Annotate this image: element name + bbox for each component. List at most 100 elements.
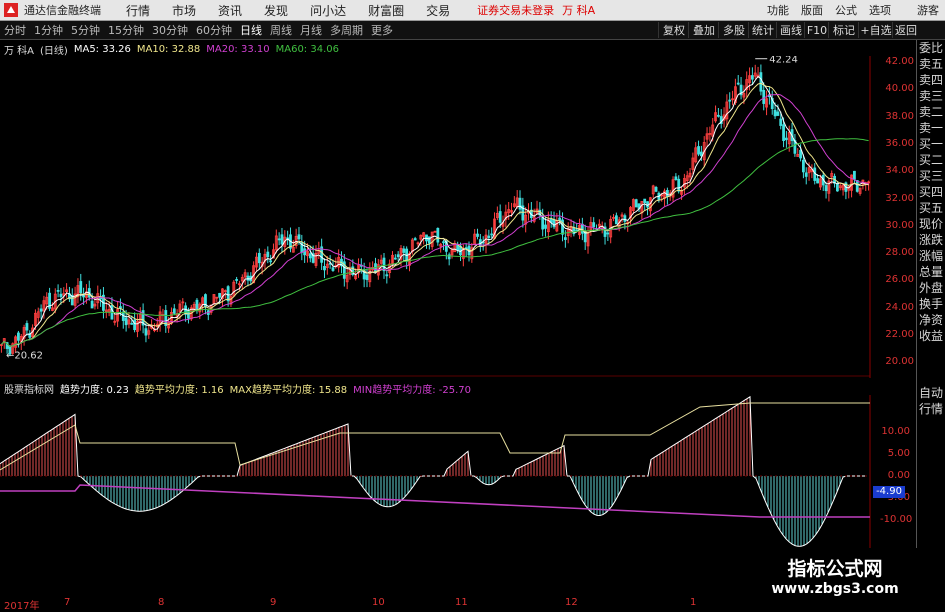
sidebar-auto-item[interactable]: 行情 — [917, 401, 945, 417]
menu-news[interactable]: 资讯 — [218, 2, 242, 19]
candle-body — [280, 234, 284, 245]
app-logo-icon — [2, 1, 20, 19]
candle-body — [476, 233, 479, 237]
sidebar-quote-item[interactable]: 买五 — [917, 200, 945, 216]
indicator-min-avg: MIN趋势平均力度: -25.70 — [353, 384, 471, 396]
sidebar-quote-item[interactable]: 买二 — [917, 152, 945, 168]
multi-stock-button[interactable]: 多股 — [718, 22, 749, 38]
candle-body — [402, 248, 406, 253]
legend-stock: 万 科A — [4, 45, 35, 57]
tab-1min[interactable]: 1分钟 — [30, 22, 67, 38]
tab-weekly[interactable]: 周线 — [266, 22, 296, 38]
candle-body — [144, 328, 148, 336]
sidebar-quote-item[interactable]: 卖五 — [917, 56, 945, 72]
tab-timeshare[interactable]: 分时 — [0, 22, 30, 38]
candle-body — [697, 146, 700, 155]
sidebar-quote-item[interactable]: 卖一 — [917, 120, 945, 136]
tab-30min[interactable]: 30分钟 — [148, 22, 192, 38]
candle-body — [736, 82, 740, 85]
candle-body — [56, 290, 60, 292]
sidebar-quote-item[interactable]: 涨幅 — [917, 248, 945, 264]
back-button[interactable]: 返回 — [892, 22, 919, 38]
candle-body — [773, 109, 777, 117]
candle-body — [246, 275, 250, 281]
mark-button[interactable]: 标记 — [828, 22, 859, 38]
draw-button[interactable]: 画线 — [776, 22, 805, 38]
candle-body — [277, 238, 281, 241]
sidebar-quote-item[interactable]: 现价 — [917, 216, 945, 232]
tab-more[interactable]: 更多 — [367, 22, 397, 38]
sidebar-quote-item[interactable]: 外盘 — [917, 280, 945, 296]
sidebar-quote-item[interactable]: 买四 — [917, 184, 945, 200]
candle-body — [297, 234, 301, 240]
add-favorite-button[interactable]: +自选 — [858, 22, 893, 38]
date-tick-label: 11 — [455, 597, 468, 608]
menu-market[interactable]: 市场 — [172, 2, 196, 19]
tab-5min[interactable]: 5分钟 — [67, 22, 104, 38]
overlay-button[interactable]: 叠加 — [688, 22, 719, 38]
candles — [0, 64, 870, 357]
candle-body — [226, 286, 230, 302]
indicator-trend-avg: 趋势平均力度: 1.16 — [134, 384, 224, 396]
tab-multi[interactable]: 多周期 — [326, 22, 367, 38]
candle-body — [716, 114, 720, 117]
min-trend-line — [0, 484, 870, 518]
menu-discover[interactable]: 发现 — [264, 2, 288, 19]
quote-sidebar: 委比 卖五 卖四 卖三 卖二 卖一 买一 买二 买三 买四 买五 现价 涨跌 涨幅 总量 外盘 换手 净资 收益 — [917, 40, 945, 344]
candle-body — [782, 124, 785, 141]
candle-body — [498, 211, 502, 223]
date-tick-label: 8 — [158, 597, 165, 608]
candle-body — [518, 197, 522, 210]
price-tick-label: 38.00 — [885, 110, 914, 122]
candle-body — [654, 187, 658, 192]
price-tick-label: 26.00 — [885, 274, 914, 286]
candle-body — [124, 317, 128, 326]
guest-user[interactable]: 游客 — [917, 2, 939, 18]
menu-wealth[interactable]: 财富圈 — [368, 2, 404, 19]
candlestick-chart[interactable]: 42.24 ←20.62 — [0, 56, 885, 378]
menu-layout[interactable]: 版面 — [801, 2, 823, 18]
stats-button[interactable]: 统计 — [748, 22, 777, 38]
menu-quotes[interactable]: 行情 — [126, 2, 150, 19]
sidebar-quote-item[interactable]: 总量 — [917, 264, 945, 280]
menu-function[interactable]: 功能 — [767, 2, 789, 18]
candle-body — [665, 190, 669, 197]
menu-formula[interactable]: 公式 — [835, 2, 857, 18]
candle-body — [541, 216, 545, 230]
fuquan-button[interactable]: 复权 — [658, 22, 689, 38]
sidebar-quote-item[interactable]: 换手 — [917, 296, 945, 312]
sidebar-auto-item[interactable]: 自动 — [917, 385, 945, 401]
login-notice[interactable]: 证券交易未登录 — [477, 2, 554, 18]
tab-60min[interactable]: 60分钟 — [192, 22, 236, 38]
candle-body — [634, 199, 638, 208]
sidebar-quote-item[interactable]: 卖三 — [917, 88, 945, 104]
top-menu-bar: 通达信金融终端 行情 市场 资讯 发现 问小达 财富圈 交易 证券交易未登录 万… — [0, 0, 945, 21]
candle-body — [323, 265, 326, 271]
f10-button[interactable]: F10 — [804, 22, 829, 38]
sidebar-quote-item[interactable]: 卖四 — [917, 72, 945, 88]
date-tick-label: 10 — [372, 597, 385, 608]
candle-body — [487, 235, 491, 238]
trend-force-line — [0, 395, 867, 547]
sidebar-quote-item[interactable]: 收益 — [917, 328, 945, 344]
menu-ask[interactable]: 问小达 — [310, 2, 346, 19]
candle-body — [130, 322, 134, 325]
sidebar-quote-item[interactable]: 买一 — [917, 136, 945, 152]
sidebar-quote-item[interactable]: 净资 — [917, 312, 945, 328]
max-trend-line — [0, 402, 870, 471]
sidebar-quote-item[interactable]: 委比 — [917, 40, 945, 56]
tab-monthly[interactable]: 月线 — [296, 22, 326, 38]
sidebar-quote-item[interactable]: 卖二 — [917, 104, 945, 120]
candle-body — [413, 238, 417, 241]
price-tick-label: 24.00 — [885, 301, 914, 313]
sidebar-quote-item[interactable]: 涨跌 — [917, 232, 945, 248]
tab-15min[interactable]: 15分钟 — [104, 22, 148, 38]
sidebar-quote-item[interactable]: 买三 — [917, 168, 945, 184]
menu-options[interactable]: 选项 — [869, 2, 891, 18]
candle-body — [218, 292, 222, 298]
candle-body — [563, 237, 567, 240]
menu-trade[interactable]: 交易 — [426, 2, 450, 19]
candle-body — [365, 274, 369, 281]
tab-daily[interactable]: 日线 — [236, 22, 266, 38]
price-tick-label: 40.00 — [885, 83, 914, 95]
